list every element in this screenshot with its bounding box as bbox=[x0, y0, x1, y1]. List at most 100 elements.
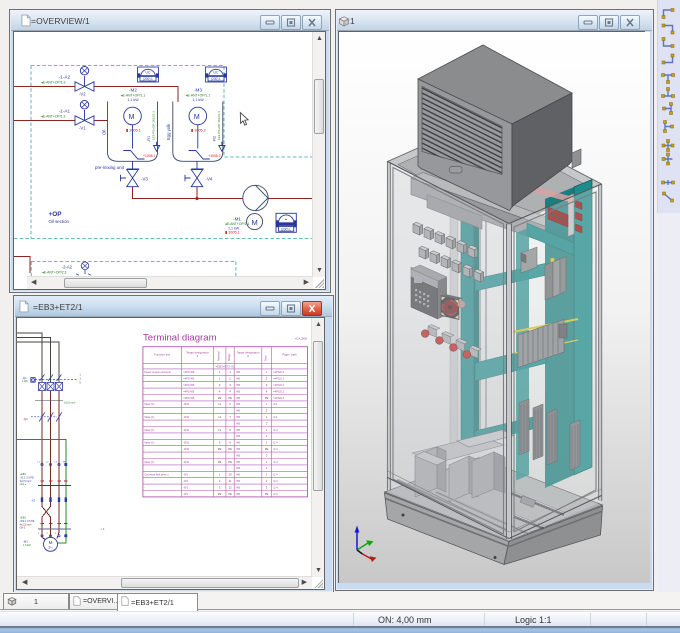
svg-text:12: 12 bbox=[229, 485, 232, 489]
svg-text:9: 9 bbox=[229, 441, 231, 445]
svg-text:3: 3 bbox=[219, 383, 221, 387]
svg-text:3: 3 bbox=[55, 533, 57, 535]
svg-text:1: 1 bbox=[266, 473, 268, 477]
svg-text:=4PS-W5: =4PS-W5 bbox=[183, 383, 195, 387]
svg-text:L3: L3 bbox=[218, 428, 221, 432]
svg-text:=EB3+ET2-X1: =EB3+ET2-X1 bbox=[215, 365, 235, 369]
svg-text:-: - bbox=[144, 448, 145, 451]
svg-text:Page / path: Page / path bbox=[282, 353, 297, 357]
svg-text:3: 3 bbox=[80, 379, 82, 381]
svg-text:1: 1 bbox=[229, 370, 231, 374]
svg-text:1: 1 bbox=[219, 370, 221, 374]
svg-text:Oil: Oil bbox=[102, 130, 107, 135]
svg-text:4: 4 bbox=[219, 389, 221, 393]
svg-text:◂E-ANT+OP/1.3: ◂E-ANT+OP/1.3 bbox=[41, 115, 66, 119]
svg-text:-1-A2: -1-A2 bbox=[59, 75, 71, 80]
svg-text:W5: W5 bbox=[236, 428, 240, 432]
svg-text:W5: W5 bbox=[236, 473, 240, 477]
svg-text:3x2,5 mm²: 3x2,5 mm² bbox=[64, 402, 75, 405]
svg-text:(200) L: (200) L bbox=[211, 77, 221, 81]
svg-text:▮ 1005.1: ▮ 1005.1 bbox=[126, 129, 141, 133]
svg-text:-V4: -V4 bbox=[206, 177, 213, 182]
svg-text:◂E-ANT+OP/1.3: ◂E-ANT+OP/1.3 bbox=[41, 81, 66, 85]
svg-text:-: - bbox=[144, 493, 145, 496]
svg-text:6: 6 bbox=[229, 402, 231, 406]
svg-text:1: 1 bbox=[266, 415, 268, 419]
svg-text:pre-mixing unit: pre-mixing unit bbox=[95, 165, 125, 170]
svg-text:7: 7 bbox=[229, 415, 231, 419]
svg-text:W5: W5 bbox=[236, 460, 240, 464]
svg-text:▾: ▾ bbox=[247, 354, 249, 358]
svg-text:W5: W5 bbox=[236, 492, 240, 496]
svg-text:=4PS-W5: =4PS-W5 bbox=[183, 370, 195, 374]
svg-text:3: 3 bbox=[266, 485, 268, 489]
svg-text:-: - bbox=[144, 390, 145, 393]
svg-text:Power supply conveyor: Power supply conveyor bbox=[144, 370, 171, 374]
svg-text:-V1: -V1 bbox=[79, 126, 86, 131]
svg-text:-V3: -V3 bbox=[141, 177, 148, 182]
svg-text:◂E-ANT+OP/1.1: ◂E-ANT+OP/1.1 bbox=[121, 93, 146, 97]
svg-text:8: 8 bbox=[229, 428, 231, 432]
svg-text:PE: PE bbox=[218, 492, 222, 496]
svg-text:2: 2 bbox=[266, 421, 268, 425]
svg-text:-2-A2: -2-A2 bbox=[62, 265, 73, 270]
svg-text:1E3-PS+OP 1812/1.3: 1E3-PS+OP 1812/1.3 bbox=[217, 111, 221, 140]
svg-text:-M1: -M1 bbox=[23, 540, 28, 544]
svg-text:10: 10 bbox=[229, 473, 232, 477]
svg-text:Terminal: Terminal bbox=[218, 351, 221, 361]
svg-text:W5: W5 bbox=[236, 479, 240, 483]
svg-text:UC: UC bbox=[214, 71, 219, 75]
svg-text:-R1: -R1 bbox=[147, 136, 151, 142]
svg-text:4 kW: 4 kW bbox=[22, 380, 28, 383]
svg-text:▾: ▾ bbox=[197, 354, 199, 358]
svg-text:5: 5 bbox=[219, 441, 221, 445]
svg-text:-W1 ◂: -W1 ◂ bbox=[20, 483, 27, 486]
svg-text:-M1: -M1 bbox=[233, 217, 241, 222]
svg-text:3: 3 bbox=[229, 383, 231, 387]
svg-text:-R2: -R2 bbox=[212, 136, 216, 142]
svg-text:M: M bbox=[129, 114, 135, 121]
svg-text:-1-A1: -1-A1 bbox=[59, 109, 71, 114]
svg-text:◂E-ANT+OP/1.1: ◂E-ANT+OP/1.1 bbox=[186, 93, 211, 97]
svg-text:1: 1 bbox=[80, 375, 82, 377]
svg-text:3: 3 bbox=[219, 485, 221, 489]
svg-text:=4PS/2.2: =4PS/2.2 bbox=[273, 377, 284, 381]
svg-text:⌂ 1: ⌂ 1 bbox=[101, 527, 105, 531]
svg-text:2: 2 bbox=[219, 377, 221, 381]
svg-text:=4PS-W5: =4PS-W5 bbox=[183, 389, 195, 393]
svg-text:/2.4: /2.4 bbox=[273, 441, 278, 445]
svg-text:W5: W5 bbox=[236, 466, 240, 470]
svg-text:-Q2: -Q2 bbox=[23, 417, 28, 421]
svg-text:2: 2 bbox=[266, 479, 268, 483]
svg-text:+1005.2: +1005.2 bbox=[208, 154, 220, 158]
svg-text:-M2: -M2 bbox=[129, 88, 137, 93]
svg-text:2: 2 bbox=[266, 377, 268, 381]
svg-text:PE: PE bbox=[265, 396, 269, 400]
svg-text:PE: PE bbox=[228, 396, 232, 400]
svg-text:/2.1: /2.1 bbox=[273, 402, 278, 406]
svg-text:Valve (1): Valve (1) bbox=[144, 415, 154, 419]
svg-text:=4PS/2.2: =4PS/2.2 bbox=[273, 389, 284, 393]
svg-text:Term.: Term. bbox=[265, 354, 268, 361]
svg-text:W5: W5 bbox=[236, 485, 240, 489]
svg-text:PE: PE bbox=[218, 396, 222, 400]
svg-text:L2: L2 bbox=[46, 462, 49, 464]
svg-text:-X2: -X2 bbox=[31, 499, 36, 503]
svg-text:W5: W5 bbox=[236, 383, 240, 387]
svg-text:-M3: -M3 bbox=[194, 88, 202, 93]
svg-text:+CA_006: +CA_006 bbox=[294, 337, 307, 341]
svg-text:/2.4: /2.4 bbox=[273, 428, 278, 432]
svg-text:/2.4: /2.4 bbox=[273, 447, 278, 451]
svg-text:Valve (1): Valve (1) bbox=[144, 428, 154, 432]
svg-text:1,1 kW: 1,1 kW bbox=[192, 98, 204, 102]
svg-text:-: - bbox=[144, 480, 145, 483]
svg-text:11: 11 bbox=[229, 479, 232, 483]
svg-text:GN 1: GN 1 bbox=[20, 527, 26, 530]
svg-text:W5: W5 bbox=[236, 434, 240, 438]
svg-text:W5: W5 bbox=[236, 441, 240, 445]
svg-text:Valve (1): Valve (1) bbox=[144, 460, 154, 464]
svg-text:L2: L2 bbox=[218, 415, 221, 419]
svg-text:1,5 kW: 1,5 kW bbox=[23, 544, 31, 547]
svg-text:=4PS-W5: =4PS-W5 bbox=[183, 396, 195, 400]
svg-text:1,1 kW: 1,1 kW bbox=[127, 98, 139, 102]
